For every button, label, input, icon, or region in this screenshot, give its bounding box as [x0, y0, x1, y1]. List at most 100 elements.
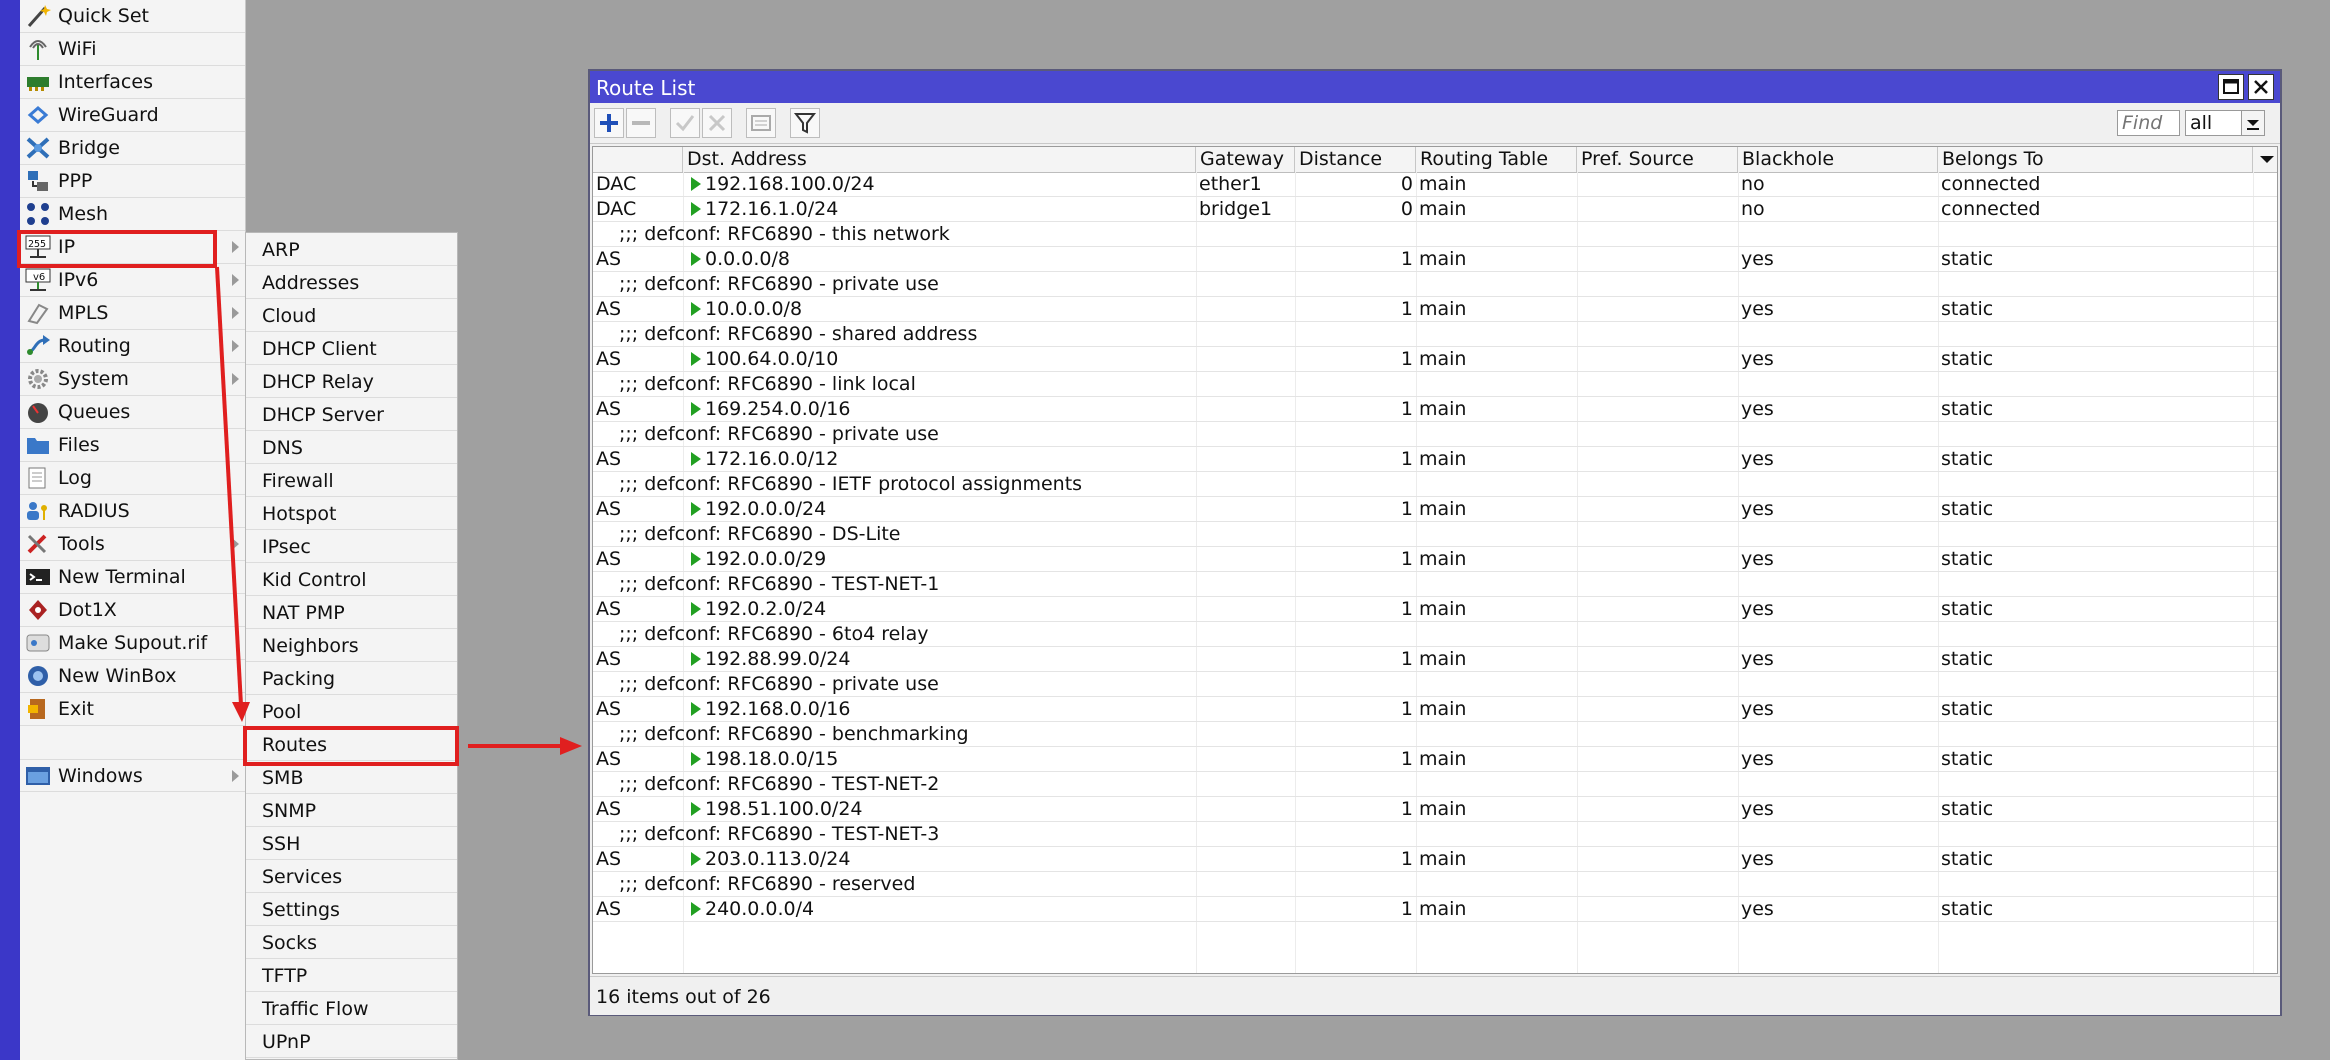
menu-item-new-terminal[interactable]: New Terminal — [20, 561, 245, 594]
menu-item-tools[interactable]: Tools — [20, 528, 245, 561]
maximize-icon[interactable] — [2218, 74, 2244, 100]
column-header-dst-address[interactable]: Dst. Address — [683, 147, 1196, 172]
comment-row[interactable]: ;;; defconf: RFC6890 - this network — [593, 222, 2277, 247]
comment-row[interactable]: ;;; defconf: RFC6890 - private use — [593, 272, 2277, 297]
comment-icon[interactable] — [746, 108, 776, 138]
submenu-item-dns[interactable]: DNS — [246, 431, 457, 464]
menu-item-mpls[interactable]: MPLS — [20, 297, 245, 330]
menu-item-windows[interactable]: Windows — [20, 759, 245, 792]
menu-item-ppp[interactable]: PPP — [20, 165, 245, 198]
table-row[interactable]: AS 10.0.0.0/8 1 main yes static — [593, 297, 2277, 322]
submenu-item-nat-pmp[interactable]: NAT PMP — [246, 596, 457, 629]
submenu-item-socks[interactable]: Socks — [246, 926, 457, 959]
column-header-distance[interactable]: Distance — [1295, 147, 1416, 172]
comment-row[interactable]: ;;; defconf: RFC6890 - 6to4 relay — [593, 622, 2277, 647]
column-header-blackhole[interactable]: Blackhole — [1738, 147, 1938, 172]
cell-distance: 0 — [1400, 198, 1413, 220]
column-header-gateway[interactable]: Gateway — [1196, 147, 1295, 172]
enable-icon[interactable] — [670, 108, 700, 138]
menu-item-routing[interactable]: Routing — [20, 330, 245, 363]
submenu-item-snmp[interactable]: SNMP — [246, 794, 457, 827]
column-header-pref-source[interactable]: Pref. Source — [1577, 147, 1738, 172]
dropdown-arrow-icon[interactable] — [2241, 111, 2264, 135]
submenu-item-packing[interactable]: Packing — [246, 662, 457, 695]
disable-icon[interactable] — [702, 108, 732, 138]
submenu-item-neighbors[interactable]: Neighbors — [246, 629, 457, 662]
table-row[interactable]: AS 192.168.0.0/16 1 main yes static — [593, 697, 2277, 722]
cell-pref-source — [1577, 347, 1738, 372]
filter-select[interactable]: all — [2185, 110, 2265, 136]
submenu-item-dhcp-client[interactable]: DHCP Client — [246, 332, 457, 365]
submenu-item-firewall[interactable]: Firewall — [246, 464, 457, 497]
submenu-item-kid-control[interactable]: Kid Control — [246, 563, 457, 596]
comment-row[interactable]: ;;; defconf: RFC6890 - benchmarking — [593, 722, 2277, 747]
filter-icon[interactable] — [790, 108, 820, 138]
menu-item-exit[interactable]: Exit — [20, 693, 245, 726]
menu-item-quick-set[interactable]: Quick Set — [20, 0, 245, 33]
comment-row[interactable]: ;;; defconf: RFC6890 - reserved — [593, 872, 2277, 897]
table-row[interactable]: AS 198.51.100.0/24 1 main yes static — [593, 797, 2277, 822]
menu-item-radius[interactable]: RADIUS — [20, 495, 245, 528]
table-row[interactable]: AS 169.254.0.0/16 1 main yes static — [593, 397, 2277, 422]
menu-item-bridge[interactable]: Bridge — [20, 132, 245, 165]
add-icon[interactable] — [594, 108, 624, 138]
menu-item-log[interactable]: Log — [20, 462, 245, 495]
submenu-item-tftp[interactable]: TFTP — [246, 959, 457, 992]
remove-icon[interactable] — [626, 108, 656, 138]
table-row[interactable]: AS 172.16.0.0/12 1 main yes static — [593, 447, 2277, 472]
table-row[interactable]: AS 203.0.113.0/24 1 main yes static — [593, 847, 2277, 872]
menu-item-ipv6[interactable]: v6 IPv6 — [20, 264, 245, 297]
submenu-item-traffic-flow[interactable]: Traffic Flow — [246, 992, 457, 1025]
table-row[interactable]: AS 192.0.2.0/24 1 main yes static — [593, 597, 2277, 622]
menu-item-make-supout[interactable]: Make Supout.rif — [20, 627, 245, 660]
table-row[interactable]: AS 240.0.0.0/4 1 main yes static — [593, 897, 2277, 922]
find-input[interactable] — [2117, 110, 2180, 136]
comment-row[interactable]: ;;; defconf: RFC6890 - TEST-NET-1 — [593, 572, 2277, 597]
comment-row[interactable]: ;;; defconf: RFC6890 - private use — [593, 672, 2277, 697]
menu-item-mesh[interactable]: Mesh — [20, 198, 245, 231]
submenu-item-services[interactable]: Services — [246, 860, 457, 893]
window-title-bar[interactable]: Route List — [590, 71, 2280, 103]
menu-item-dot1x[interactable]: Dot1X — [20, 594, 245, 627]
cell-gateway — [1196, 547, 1295, 572]
submenu-item-dhcp-server[interactable]: DHCP Server — [246, 398, 457, 431]
menu-item-interfaces[interactable]: Interfaces — [20, 66, 245, 99]
comment-row[interactable]: ;;; defconf: RFC6890 - private use — [593, 422, 2277, 447]
submenu-item-cloud[interactable]: Cloud — [246, 299, 457, 332]
table-row[interactable]: AS 0.0.0.0/8 1 main yes static — [593, 247, 2277, 272]
submenu-item-settings[interactable]: Settings — [246, 893, 457, 926]
column-header-flags[interactable] — [593, 147, 683, 172]
submenu-item-arp[interactable]: ARP — [246, 233, 457, 266]
column-header-routing-table[interactable]: Routing Table — [1416, 147, 1577, 172]
submenu-item-hotspot[interactable]: Hotspot — [246, 497, 457, 530]
comment-row[interactable]: ;;; defconf: RFC6890 - TEST-NET-3 — [593, 822, 2277, 847]
column-chooser-icon[interactable] — [2253, 147, 2277, 172]
comment-row[interactable]: ;;; defconf: RFC6890 - DS-Lite — [593, 522, 2277, 547]
route-comment: ;;; defconf: RFC6890 - IETF protocol ass… — [619, 473, 1083, 495]
table-row[interactable]: AS 192.0.0.0/24 1 main yes static — [593, 497, 2277, 522]
menu-item-wireguard[interactable]: WireGuard — [20, 99, 245, 132]
menu-item-wifi[interactable]: WiFi — [20, 33, 245, 66]
menu-item-queues[interactable]: Queues — [20, 396, 245, 429]
close-icon[interactable] — [2248, 74, 2274, 100]
submenu-item-ssh[interactable]: SSH — [246, 827, 457, 860]
menu-item-system[interactable]: System — [20, 363, 245, 396]
table-row[interactable]: AS 192.88.99.0/24 1 main yes static — [593, 647, 2277, 672]
column-header-belongs-to[interactable]: Belongs To — [1938, 147, 2253, 172]
table-row[interactable]: DAC 192.168.100.0/24 ether1 0 main no connecte… — [593, 172, 2277, 197]
comment-row[interactable]: ;;; defconf: RFC6890 - link local — [593, 372, 2277, 397]
comment-row[interactable]: ;;; defconf: RFC6890 - TEST-NET-2 — [593, 772, 2277, 797]
comment-row[interactable]: ;;; defconf: RFC6890 - IETF protocol ass… — [593, 472, 2277, 497]
submenu-item-upnp[interactable]: UPnP — [246, 1025, 457, 1058]
table-row[interactable]: AS 192.0.0.0/29 1 main yes static — [593, 547, 2277, 572]
submenu-item-pool[interactable]: Pool — [246, 695, 457, 728]
submenu-item-dhcp-relay[interactable]: DHCP Relay — [246, 365, 457, 398]
submenu-item-addresses[interactable]: Addresses — [246, 266, 457, 299]
table-row[interactable]: AS 100.64.0.0/10 1 main yes static — [593, 347, 2277, 372]
menu-item-new-winbox[interactable]: New WinBox — [20, 660, 245, 693]
submenu-item-ipsec[interactable]: IPsec — [246, 530, 457, 563]
table-row[interactable]: AS 198.18.0.0/15 1 main yes static — [593, 747, 2277, 772]
table-row[interactable]: DAC 172.16.1.0/24 bridge1 0 main no connected — [593, 197, 2277, 222]
comment-row[interactable]: ;;; defconf: RFC6890 - shared address — [593, 322, 2277, 347]
menu-item-files[interactable]: Files — [20, 429, 245, 462]
